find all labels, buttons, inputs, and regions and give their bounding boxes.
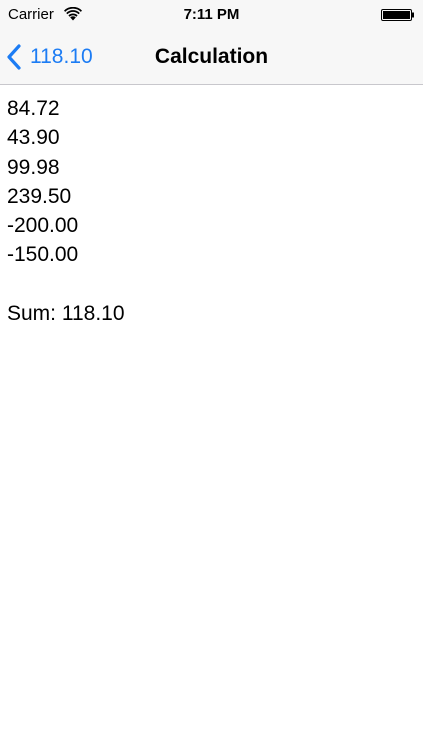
list-item-value: -150.00 xyxy=(7,243,79,267)
list-spacer xyxy=(7,270,413,299)
status-bar: Carrier 7:11 PM xyxy=(0,0,423,30)
calculation-list: 84.72 43.90 99.98 239.50 -200.00 -150.00… xyxy=(7,94,413,328)
navigation-bar: 118.10 Calculation xyxy=(0,30,423,85)
back-button[interactable]: 118.10 xyxy=(6,30,93,84)
back-button-label: 118.10 xyxy=(30,45,93,68)
list-item-value: 84.72 xyxy=(7,97,60,120)
list-item-value: -200.00 xyxy=(7,214,79,238)
list-item-value: 43.90 xyxy=(7,126,60,150)
status-time: 7:11 PM xyxy=(183,6,240,23)
chevron-left-icon xyxy=(7,44,21,70)
battery-icon xyxy=(381,9,414,21)
list-item-value: 239.50 xyxy=(7,184,72,208)
sum-label: Sum: 118.10 xyxy=(7,302,125,326)
list-item-value: 99.98 xyxy=(7,155,60,179)
